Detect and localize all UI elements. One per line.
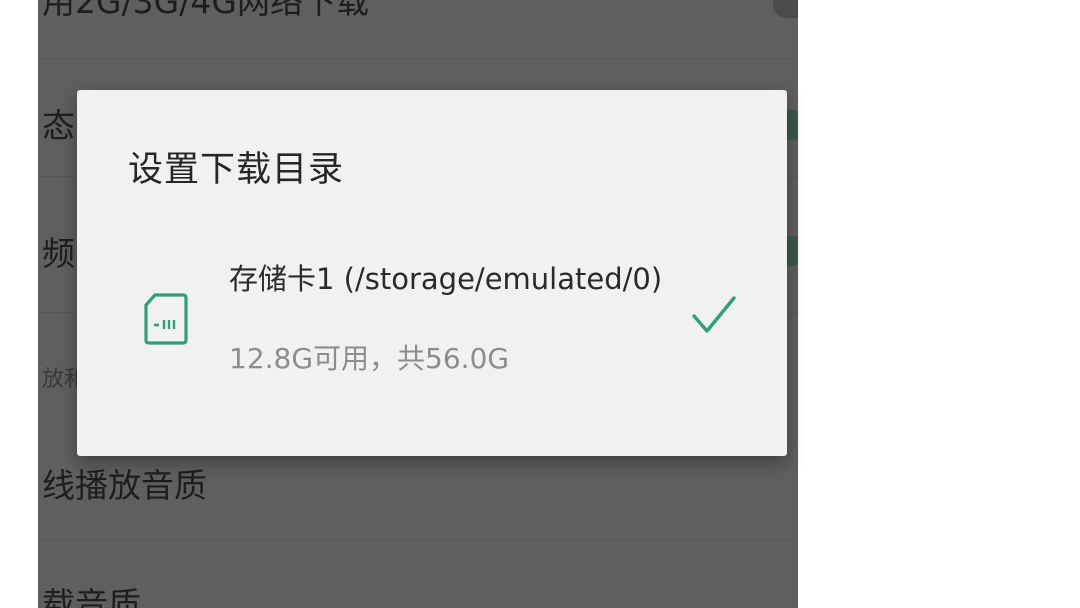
- setting-row-download-quality: 载音质: [42, 585, 141, 608]
- storage-option-space: 12.8G可用，共56.0G: [229, 342, 510, 375]
- storage-option-card1[interactable]: 存储卡1 (/storage/emulated/0) 12.8G可用，共56.0…: [77, 240, 787, 390]
- dialog-title: 设置下载目录: [128, 150, 345, 190]
- sd-card-icon: [144, 293, 188, 345]
- setting-divider: [38, 58, 798, 59]
- setting-row-online-quality: 线播放音质: [42, 466, 207, 505]
- setting-row-status: 态: [42, 106, 75, 145]
- setting-row-audio: 频: [42, 234, 75, 273]
- download-directory-dialog: 设置下载目录 存储卡1 (/storage/emulated/0) 12.8G可…: [77, 90, 787, 456]
- checkmark-icon: [692, 296, 736, 333]
- background-toggle-edge: [773, 0, 798, 18]
- storage-option-name: 存储卡1 (/storage/emulated/0): [229, 262, 663, 296]
- setting-divider: [38, 540, 798, 541]
- setting-row-network-download: 用2G/3G/4G网络下载: [42, 0, 369, 21]
